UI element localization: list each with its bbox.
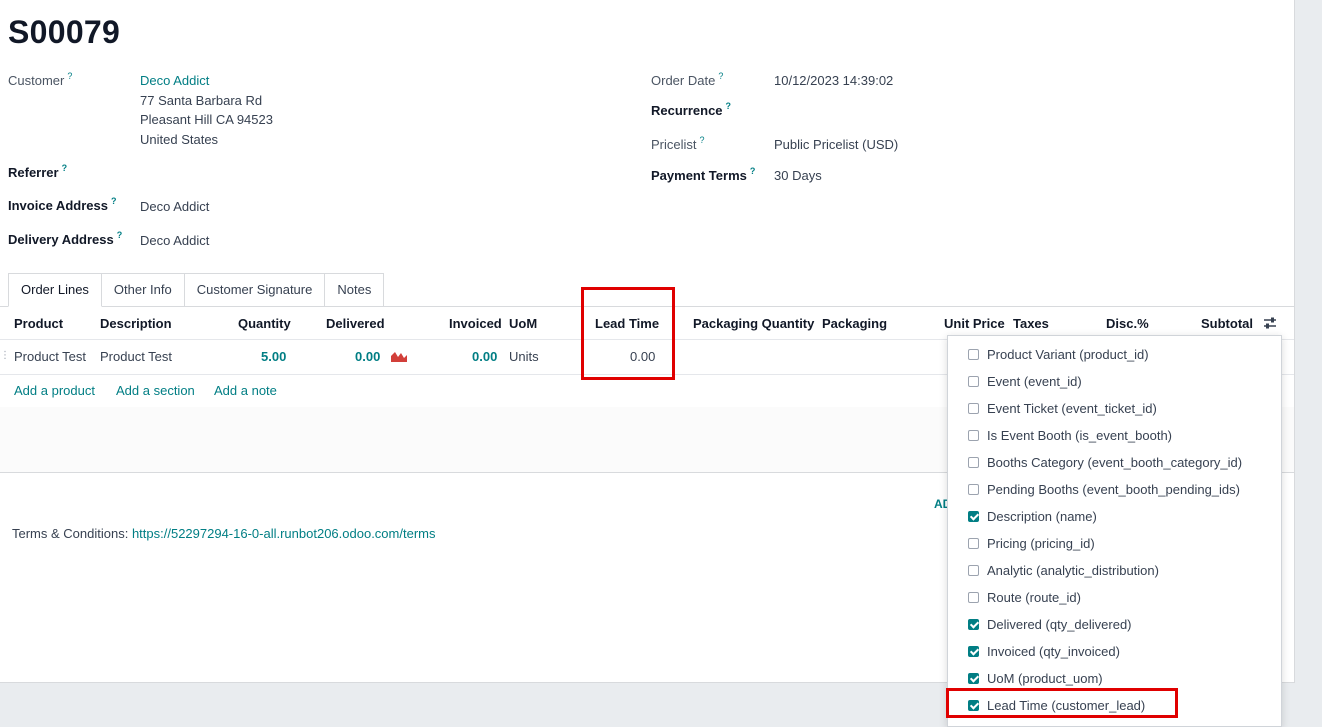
customer-label: Customer? [8,71,73,88]
forecast-chart-icon[interactable] [391,350,407,362]
optional-column-analytic[interactable]: Analytic (analytic_distribution) [968,560,1159,580]
column-header-discount[interactable]: Disc.% [1106,316,1149,331]
optional-column-event[interactable]: Event (event_id) [968,371,1082,391]
optional-column-event-ticket[interactable]: Event Ticket (event_ticket_id) [968,398,1157,418]
help-icon[interactable]: ? [726,101,732,111]
checkbox-checked[interactable] [968,510,979,522]
pricelist-field[interactable]: Public Pricelist (USD) [774,135,898,155]
column-header-product[interactable]: Product [14,316,63,331]
page-title: S00079 [8,14,121,50]
drag-handle-icon[interactable]: ⋮ [0,350,10,361]
column-header-unit-price[interactable]: Unit Price [944,316,1005,331]
cell-uom[interactable]: Units [509,349,539,364]
delivery-address-label: Delivery Address? [8,230,123,247]
cell-product[interactable]: Product Test [14,349,86,364]
customer-link[interactable]: Deco Addict [140,71,273,91]
invoice-address-label: Invoice Address? [8,196,117,213]
checkbox[interactable] [968,483,979,495]
checkbox[interactable] [968,429,979,441]
optional-column-route[interactable]: Route (route_id) [968,587,1081,607]
column-header-invoiced[interactable]: Invoiced [449,316,502,331]
invoice-address-field[interactable]: Deco Addict [140,197,209,217]
checkbox[interactable] [968,375,979,387]
checkbox[interactable] [968,564,979,576]
help-icon[interactable]: ? [750,166,756,176]
column-header-description[interactable]: Description [100,316,172,331]
delivery-address-field[interactable]: Deco Addict [140,231,209,251]
terms-and-conditions: Terms & Conditions: https://52297294-16-… [12,526,435,541]
cell-invoiced[interactable]: 0.00 [472,349,497,364]
referrer-label: Referrer? [8,163,68,180]
optional-columns-toggle-icon[interactable] [1263,316,1277,330]
checkbox[interactable] [968,591,979,603]
column-header-packaging[interactable]: Packaging [822,316,887,331]
lead-time-option-highlight [946,688,1178,718]
order-date-field[interactable]: 10/12/2023 14:39:02 [774,71,893,91]
tab-customer-signature[interactable]: Customer Signature [184,273,326,307]
help-icon[interactable]: ? [117,230,123,240]
terms-link[interactable]: https://52297294-16-0-all.runbot206.odoo… [132,526,436,541]
optional-column-product-variant[interactable]: Product Variant (product_id) [968,344,1149,364]
column-header-quantity[interactable]: Quantity [238,316,291,331]
checkbox-checked[interactable] [968,672,979,684]
optional-column-uom[interactable]: UoM (product_uom) [968,668,1103,688]
customer-address-line2: Pleasant Hill CA 94523 [140,112,273,127]
optional-column-is-event-booth[interactable]: Is Event Booth (is_event_booth) [968,425,1172,445]
order-date-label: Order Date? [651,71,724,88]
help-icon[interactable]: ? [700,135,705,145]
column-header-delivered[interactable]: Delivered [326,316,385,331]
optional-column-booths-category[interactable]: Booths Category (event_booth_category_id… [968,452,1242,472]
optional-column-pricing[interactable]: Pricing (pricing_id) [968,533,1095,553]
help-icon[interactable]: ? [67,71,72,81]
lead-time-column-highlight [581,287,675,380]
checkbox-checked[interactable] [968,618,979,630]
help-icon[interactable]: ? [111,196,117,206]
column-header-packaging-quantity[interactable]: Packaging Quantity [693,316,814,331]
column-header-uom[interactable]: UoM [509,316,537,331]
payment-terms-label: Payment Terms? [651,166,756,183]
customer-address-line3: United States [140,131,219,147]
recurrence-label: Recurrence? [651,101,732,118]
optional-column-pending-booths[interactable]: Pending Booths (event_booth_pending_ids) [968,479,1240,499]
cell-description[interactable]: Product Test [100,349,172,364]
tab-notes[interactable]: Notes [325,273,385,307]
payment-terms-field[interactable]: 30 Days [774,166,822,186]
column-header-taxes[interactable]: Taxes [1013,316,1049,331]
checkbox[interactable] [968,456,979,468]
notebook-tabs: Order Lines Other Info Customer Signatur… [8,273,385,307]
tab-other-info[interactable]: Other Info [101,273,185,307]
checkbox[interactable] [968,537,979,549]
optional-columns-dropdown: Product Variant (product_id) Event (even… [947,335,1282,727]
optional-column-delivered[interactable]: Delivered (qty_delivered) [968,614,1132,634]
checkbox-checked[interactable] [968,645,979,657]
help-icon[interactable]: ? [718,71,723,81]
customer-value: Deco Addict 77 Santa Barbara Rd Pleasant… [140,71,273,149]
optional-column-invoiced[interactable]: Invoiced (qty_invoiced) [968,641,1120,661]
customer-address-line1: 77 Santa Barbara Rd [140,92,263,108]
cell-delivered[interactable]: 0.00 [355,349,380,364]
pricelist-label: Pricelist? [651,135,705,152]
optional-column-description[interactable]: Description (name) [968,506,1097,526]
column-header-subtotal[interactable]: Subtotal [1201,316,1253,331]
checkbox[interactable] [968,348,979,360]
cell-quantity[interactable]: 5.00 [261,349,286,364]
help-icon[interactable]: ? [62,163,68,173]
tab-order-lines[interactable]: Order Lines [8,273,102,307]
terms-label: Terms & Conditions: [12,526,129,541]
checkbox[interactable] [968,402,979,414]
